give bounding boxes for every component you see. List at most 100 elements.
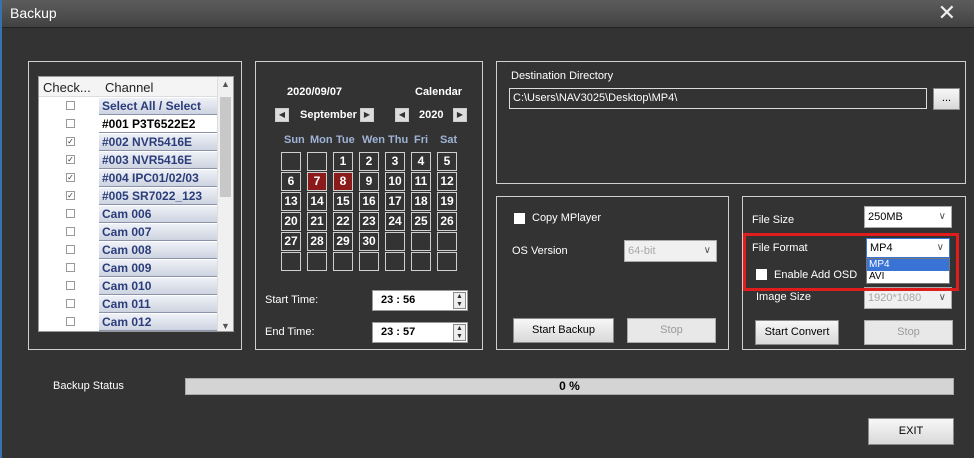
- calendar-day[interactable]: 2: [359, 152, 379, 171]
- channel-column-header[interactable]: Channel: [105, 80, 153, 95]
- channel-checkbox[interactable]: [66, 281, 75, 290]
- channel-checkbox[interactable]: [66, 227, 75, 236]
- calendar-day[interactable]: 6: [281, 172, 301, 191]
- channel-checkbox[interactable]: [66, 263, 75, 272]
- destination-path-field[interactable]: C:\Users\NAV3025\Desktop\MP4\: [509, 88, 927, 109]
- start-convert-button[interactable]: Start Convert: [755, 320, 839, 345]
- channel-row[interactable]: Cam 007: [39, 224, 219, 241]
- calendar-day[interactable]: 5: [437, 152, 457, 171]
- calendar-day[interactable]: 10: [385, 172, 405, 191]
- calendar-day[interactable]: 28: [307, 232, 327, 251]
- channel-checkbox[interactable]: [66, 299, 75, 308]
- end-time-value: 23 : 57: [381, 326, 416, 338]
- calendar-day[interactable]: 26: [437, 212, 457, 231]
- calendar-day[interactable]: 13: [281, 192, 301, 211]
- calendar-day[interactable]: 8: [333, 172, 353, 191]
- calendar-day[interactable]: 22: [333, 212, 353, 231]
- channel-name[interactable]: Cam 010: [99, 278, 219, 295]
- channel-checkbox[interactable]: [66, 101, 75, 110]
- calendar-day[interactable]: 7: [307, 172, 327, 191]
- end-time-spinner-icon[interactable]: ▲ ▼: [453, 324, 466, 341]
- channel-row[interactable]: #001 P3T6522E2: [39, 116, 219, 133]
- calendar-day[interactable]: 12: [437, 172, 457, 191]
- stop-convert-button[interactable]: Stop: [864, 320, 953, 345]
- scroll-down-icon[interactable]: ▼: [221, 321, 230, 331]
- channel-name[interactable]: #001 P3T6522E2: [99, 116, 219, 133]
- channel-checkbox[interactable]: ✓: [66, 155, 75, 164]
- start-time-value: 23 : 56: [381, 294, 416, 306]
- copy-mplayer-checkbox[interactable]: [514, 213, 525, 224]
- calendar-day[interactable]: 14: [307, 192, 327, 211]
- channel-row[interactable]: ✓ #004 IPC01/02/03: [39, 170, 219, 187]
- start-time-spinner-icon[interactable]: ▲ ▼: [453, 292, 466, 309]
- channel-name[interactable]: #003 NVR5416E: [99, 152, 219, 169]
- channel-row[interactable]: Select All / Select: [39, 98, 219, 115]
- prev-month-button[interactable]: ◀: [275, 108, 289, 122]
- check-column-header[interactable]: Check...: [43, 80, 91, 95]
- calendar-day[interactable]: 1: [333, 152, 353, 171]
- calendar-day[interactable]: 24: [385, 212, 405, 231]
- channel-checkbox[interactable]: ✓: [66, 173, 75, 182]
- next-month-button[interactable]: ▶: [360, 108, 374, 122]
- calendar-day[interactable]: 15: [333, 192, 353, 211]
- browse-button[interactable]: ...: [933, 88, 960, 110]
- calendar-day[interactable]: 25: [411, 212, 431, 231]
- calendar-day[interactable]: 23: [359, 212, 379, 231]
- channel-row[interactable]: Cam 009: [39, 260, 219, 277]
- calendar-day[interactable]: 20: [281, 212, 301, 231]
- calendar-day[interactable]: 27: [281, 232, 301, 251]
- channel-checkbox[interactable]: [66, 245, 75, 254]
- channel-name[interactable]: Cam 006: [99, 206, 219, 223]
- next-year-button[interactable]: ▶: [453, 108, 467, 122]
- calendar-day: [411, 232, 431, 251]
- channel-row[interactable]: Cam 006: [39, 206, 219, 223]
- calendar-day[interactable]: 11: [411, 172, 431, 191]
- calendar-day[interactable]: 17: [385, 192, 405, 211]
- channel-checkbox[interactable]: [66, 317, 75, 326]
- channel-checkbox[interactable]: ✓: [66, 137, 75, 146]
- channel-row[interactable]: Cam 010: [39, 278, 219, 295]
- scroll-up-icon[interactable]: ▲: [221, 79, 230, 89]
- calendar-day[interactable]: 30: [359, 232, 379, 251]
- stop-backup-button[interactable]: Stop: [627, 318, 716, 343]
- channel-name[interactable]: Cam 007: [99, 224, 219, 241]
- channel-checkbox[interactable]: ✓: [66, 191, 75, 200]
- channel-name[interactable]: Cam 011: [99, 296, 219, 313]
- channel-list: Check... Channel Select All / Select #001…: [38, 76, 234, 332]
- calendar-day[interactable]: 3: [385, 152, 405, 171]
- calendar-day[interactable]: 9: [359, 172, 379, 191]
- end-time-input[interactable]: 23 : 57 ▲ ▼: [372, 322, 468, 343]
- channel-row[interactable]: Cam 012: [39, 314, 219, 331]
- channel-scrollbar[interactable]: ▲ ▼: [217, 77, 233, 331]
- start-backup-button[interactable]: Start Backup: [513, 318, 614, 343]
- calendar-day[interactable]: 4: [411, 152, 431, 171]
- channel-name[interactable]: #002 NVR5416E: [99, 134, 219, 151]
- calendar-day[interactable]: 29: [333, 232, 353, 251]
- channel-name[interactable]: Select All / Select: [99, 98, 219, 115]
- start-time-input[interactable]: 23 : 56 ▲ ▼: [372, 290, 468, 311]
- calendar-day[interactable]: 21: [307, 212, 327, 231]
- calendar-day[interactable]: 18: [411, 192, 431, 211]
- calendar-day[interactable]: 19: [437, 192, 457, 211]
- channel-name[interactable]: #005 SR7022_123: [99, 188, 219, 205]
- scroll-thumb[interactable]: [220, 97, 231, 197]
- os-version-select[interactable]: 64-bit ∨: [624, 240, 717, 262]
- prev-year-button[interactable]: ◀: [395, 108, 409, 122]
- channel-checkbox[interactable]: [66, 209, 75, 218]
- channel-row[interactable]: ✓ #005 SR7022_123: [39, 188, 219, 205]
- channel-name[interactable]: #004 IPC01/02/03: [99, 170, 219, 187]
- file-size-select[interactable]: 250MB ∨: [864, 206, 952, 228]
- channel-row[interactable]: Cam 011: [39, 296, 219, 313]
- weekday-label: Sun: [284, 134, 305, 146]
- channel-row[interactable]: ✓ #003 NVR5416E: [39, 152, 219, 169]
- channel-name[interactable]: Cam 008: [99, 242, 219, 259]
- close-icon[interactable]: ✕: [938, 1, 956, 26]
- channel-checkbox[interactable]: [66, 119, 75, 128]
- channel-row[interactable]: ✓ #002 NVR5416E: [39, 134, 219, 151]
- channel-name[interactable]: Cam 009: [99, 260, 219, 277]
- destination-label: Destination Directory: [511, 70, 614, 82]
- exit-button[interactable]: EXIT: [868, 418, 954, 445]
- calendar-day[interactable]: 16: [359, 192, 379, 211]
- channel-row[interactable]: Cam 008: [39, 242, 219, 259]
- channel-name[interactable]: Cam 012: [99, 314, 219, 331]
